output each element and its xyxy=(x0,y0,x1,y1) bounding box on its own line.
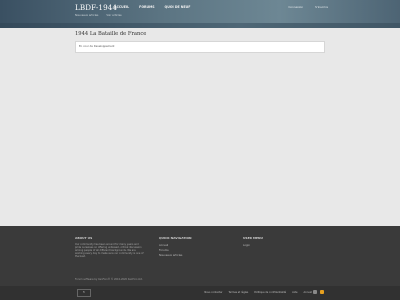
nav-item-whats-new[interactable]: QUOI DE NEUF xyxy=(165,5,191,9)
footer-user-menu: USER MENU Login xyxy=(243,236,263,249)
rss-icon[interactable] xyxy=(320,290,324,294)
nav-item-accueil[interactable]: ACCUEIL xyxy=(114,5,129,9)
footer-about-heading: ABOUT US xyxy=(75,236,93,240)
page-title: 1944 La Bataille de France xyxy=(75,31,147,37)
terms-link[interactable]: Termes et règles xyxy=(229,291,249,294)
account-links: Connexion S'inscrire xyxy=(276,5,328,9)
subnav-bar xyxy=(0,23,400,28)
home-link[interactable]: Accueil xyxy=(303,291,312,294)
site-logo[interactable]: LBDF-1944 xyxy=(75,3,117,12)
nav-item-forums[interactable]: FORUMS xyxy=(139,5,154,9)
up-arrow-icon[interactable] xyxy=(313,290,317,294)
footer-about-text: Our community has been around for many y… xyxy=(75,243,144,258)
subnav-view-articles[interactable]: Voir articles xyxy=(106,14,121,17)
footer-link-login[interactable]: Login xyxy=(243,244,263,247)
login-link[interactable]: Connexion xyxy=(288,5,303,9)
footer-quick-nav: QUICK NAVIGATION Accueil Forums Nouveaux… xyxy=(159,236,192,259)
content-box: En cour de Developpement xyxy=(75,41,325,53)
privacy-link[interactable]: Politique de confidentialité xyxy=(254,291,286,294)
footer-about: ABOUT US Our community has been around f… xyxy=(75,236,145,258)
footer-bottom-links: Nous contacter Termes et règles Politiqu… xyxy=(198,291,312,294)
subnav: Nouveaux articles Voir articles xyxy=(75,14,130,17)
content-box-text: En cour de Developpement xyxy=(79,45,115,48)
register-link[interactable]: S'inscrire xyxy=(315,5,328,9)
footer-quick-nav-heading: QUICK NAVIGATION xyxy=(159,236,192,240)
footer-user-menu-heading: USER MENU xyxy=(243,236,263,240)
footer-social-icons xyxy=(313,290,324,294)
contact-link[interactable]: Nous contacter xyxy=(204,291,222,294)
footer-link-new-articles[interactable]: Nouveaux articles xyxy=(159,254,192,257)
footer-link-forums[interactable]: Forums xyxy=(159,249,192,252)
footer-link-accueil[interactable]: Accueil xyxy=(159,244,192,247)
main-nav: ACCUEIL FORUMS QUOI DE NEUF xyxy=(114,5,200,9)
help-link[interactable]: Aide xyxy=(292,291,297,294)
language-selector[interactable]: fr xyxy=(77,289,91,297)
copyright-text: Forum software by XenForo® © 2010-2020 X… xyxy=(75,278,143,281)
subnav-new-articles[interactable]: Nouveaux articles xyxy=(75,14,98,17)
top-header xyxy=(0,0,400,23)
